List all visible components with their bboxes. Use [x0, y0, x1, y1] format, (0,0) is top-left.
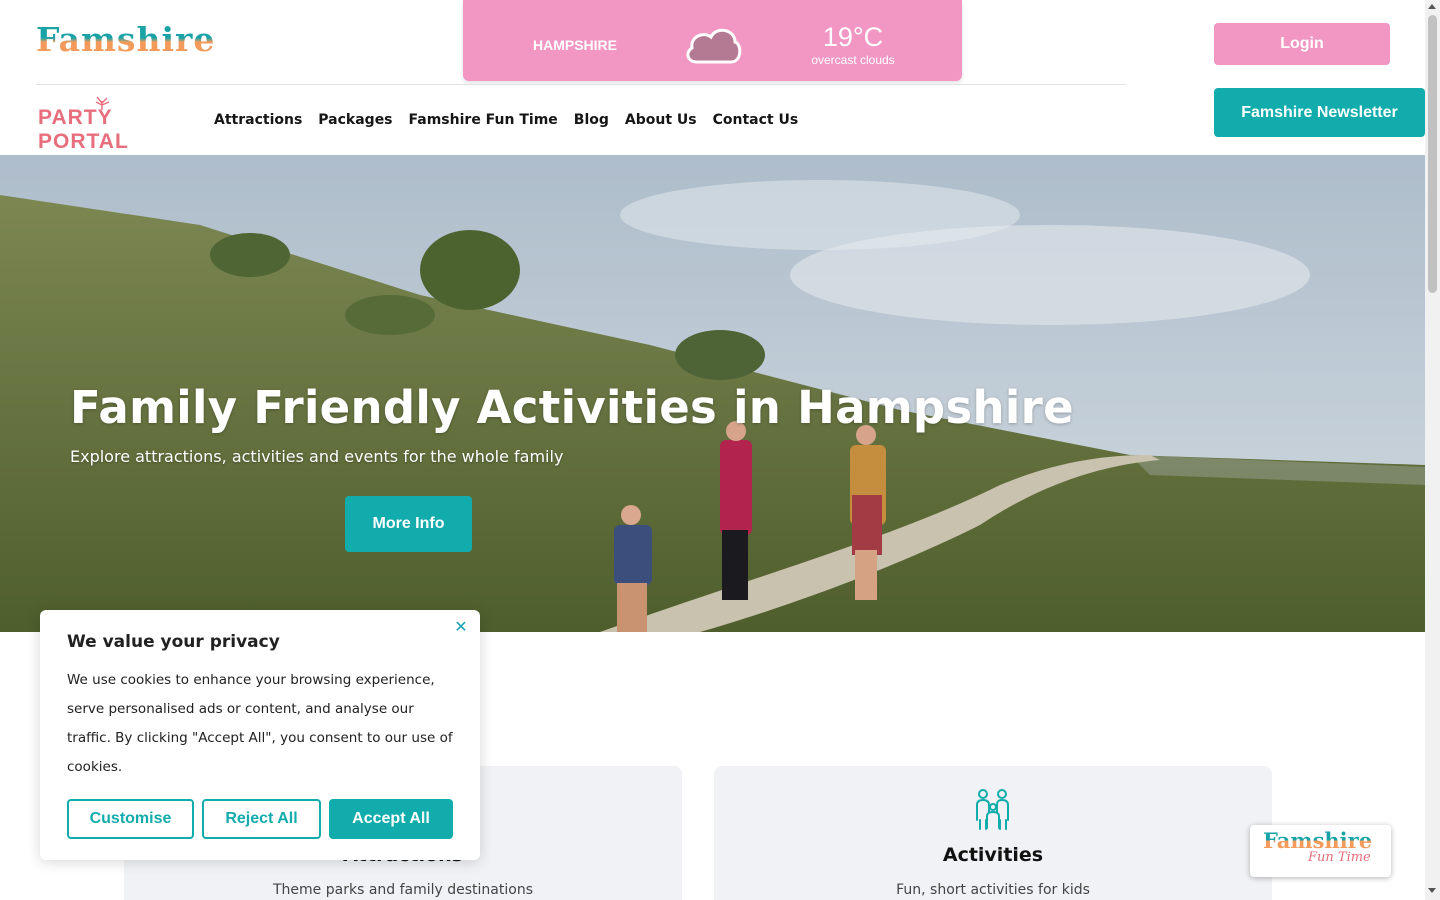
cookie-consent-dialog: ✕ We value your privacy We use cookies t…	[40, 610, 480, 860]
famshire-logo-text: Famshire	[36, 20, 216, 59]
party-portal-logo[interactable]: PARTY PORTAL	[38, 96, 204, 153]
card-activities[interactable]: Activities Fun, short activities for kid…	[714, 766, 1272, 900]
weather-temperature: 19°C	[822, 22, 884, 52]
hero-banner: Family Friendly Activities in Hampshire …	[0, 155, 1425, 632]
famshire-logo[interactable]: Famshire	[36, 20, 215, 60]
fun-time-badge[interactable]: Famshire Fun Time	[1250, 825, 1391, 877]
nav-item-packages[interactable]: Packages	[318, 110, 392, 130]
nav-item-contact-us[interactable]: Contact Us	[713, 110, 799, 130]
nav-item-fun-time[interactable]: Famshire Fun Time	[409, 110, 558, 130]
scroll-up-arrow-icon[interactable]	[1428, 4, 1436, 9]
header-divider	[36, 84, 1126, 85]
badge-fun-time: Fun Time	[1308, 850, 1371, 865]
more-info-button[interactable]: More Info	[345, 496, 472, 552]
weather-description: overcast clouds	[811, 53, 895, 67]
card-description: Fun, short activities for kids	[896, 882, 1090, 898]
scrollbar-thumb[interactable]	[1428, 15, 1437, 293]
weather-location: HAMPSHIRE	[533, 37, 618, 53]
nav-item-about-us[interactable]: About Us	[625, 110, 697, 130]
main-nav: Attractions Packages Famshire Fun Time B…	[214, 110, 814, 130]
newsletter-button[interactable]: Famshire Newsletter	[1214, 88, 1425, 137]
nav-item-blog[interactable]: Blog	[574, 110, 609, 130]
login-button[interactable]: Login	[1214, 23, 1390, 65]
hero-title: Family Friendly Activities in Hampshire	[70, 381, 1074, 434]
page-scrollbar[interactable]	[1425, 0, 1440, 900]
nav-item-attractions[interactable]: Attractions	[214, 110, 302, 130]
scroll-down-arrow-icon[interactable]	[1428, 888, 1436, 893]
party-portal-label: PARTY PORTAL	[38, 106, 129, 153]
reject-all-button[interactable]: Reject All	[202, 799, 321, 839]
family-icon	[976, 789, 1009, 830]
weather-widget: HAMPSHIRE 19°C overcast clouds	[463, 0, 962, 81]
cookie-text: We use cookies to enhance your browsing …	[67, 672, 453, 775]
card-description: Theme parks and family destinations	[273, 882, 533, 898]
hero-subtitle: Explore attractions, activities and even…	[70, 447, 564, 466]
cloud-icon	[686, 28, 742, 64]
customise-button[interactable]: Customise	[67, 799, 194, 839]
card-title: Activities	[942, 844, 1044, 866]
close-icon[interactable]: ✕	[453, 620, 469, 636]
accept-all-button[interactable]: Accept All	[329, 799, 453, 839]
cookie-title: We value your privacy	[67, 632, 280, 652]
